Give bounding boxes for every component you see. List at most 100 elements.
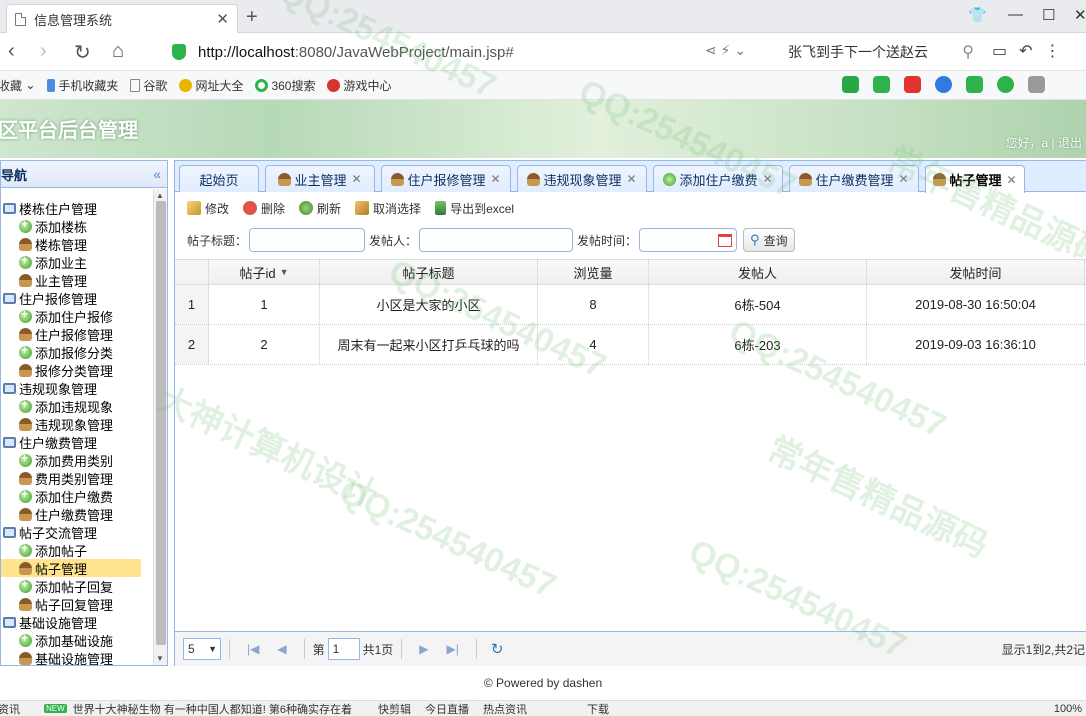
status-item-download[interactable]: 下载 — [587, 701, 609, 716]
forward-icon[interactable]: › — [40, 40, 47, 63]
nav-group[interactable]: 住户缴费管理 — [1, 433, 153, 451]
export-button[interactable]: 导出到excel — [435, 200, 514, 217]
fav-google[interactable]: 谷歌 — [130, 77, 167, 94]
close-tab-icon[interactable]: ✕ — [1006, 173, 1016, 187]
fav-games[interactable]: 游戏中心 — [327, 77, 392, 94]
reload-icon[interactable]: ↻ — [74, 40, 91, 65]
content-tab[interactable]: 帖子管理 ✕ — [925, 165, 1025, 193]
sidebar-scrollbar[interactable]: ▲ ▼ — [153, 189, 167, 665]
extension-money-icon[interactable] — [997, 76, 1014, 93]
status-item-clip[interactable]: 快剪辑 — [378, 701, 411, 716]
nav-item[interactable]: 添加住户报修 — [1, 307, 153, 325]
content-tab[interactable]: 起始页 — [179, 165, 259, 192]
delete-button[interactable]: 删除 — [243, 200, 285, 217]
scroll-thumb[interactable] — [156, 201, 166, 645]
calendar-icon[interactable] — [718, 234, 733, 247]
home-icon[interactable]: ⌂ — [112, 40, 124, 63]
nav-item[interactable]: 添加费用类别 — [1, 451, 153, 469]
author-input[interactable] — [419, 228, 574, 252]
zoom-level[interactable]: 100% — [1054, 703, 1082, 715]
content-tab[interactable]: 添加住户缴费 ✕ — [653, 165, 783, 192]
url-field[interactable]: http://localhost:8080/JavaWebProject/mai… — [164, 38, 776, 66]
scroll-up-icon[interactable]: ▲ — [156, 191, 164, 200]
fav-hao[interactable]: 网址大全 — [179, 77, 243, 94]
nav-item[interactable]: 业主管理 — [1, 271, 153, 289]
share-icon[interactable]: ⋖ ⚡ ⌄ — [705, 42, 746, 59]
page-number-input[interactable]: 1 — [327, 638, 360, 660]
extension-translate-icon[interactable] — [873, 76, 890, 93]
back-icon[interactable]: ‹ — [8, 40, 15, 63]
browser-tools-icon[interactable]: ▭↶⋮ — [992, 41, 1073, 61]
nav-item[interactable]: 添加帖子 — [1, 541, 153, 559]
last-page-icon[interactable]: ▶| — [447, 642, 459, 656]
reload-page-icon[interactable]: ↻ — [491, 640, 504, 658]
close-tab-icon[interactable]: ✕ — [898, 172, 908, 186]
fav-360[interactable]: 360搜索 — [255, 77, 315, 94]
time-input[interactable] — [639, 228, 738, 252]
nav-item[interactable]: 添加报修分类 — [1, 343, 153, 361]
nav-item[interactable]: 楼栋管理 — [1, 235, 153, 253]
close-tab-icon[interactable]: ✕ — [351, 172, 361, 186]
shirt-icon[interactable]: 👕 — [968, 6, 987, 24]
status-item-live[interactable]: 今日直播 — [425, 701, 469, 716]
nav-item[interactable]: 报修分类管理 — [1, 361, 153, 379]
extension-search-icon[interactable] — [935, 76, 952, 93]
nav-item[interactable]: 违规现象管理 — [1, 415, 153, 433]
first-page-icon[interactable]: |◀ — [247, 642, 259, 656]
fav-mobile[interactable]: 手机收藏夹 — [47, 77, 118, 94]
browser-tab[interactable]: 信息管理系统 ✕ — [6, 4, 238, 33]
column-header[interactable]: 帖子标题 — [320, 260, 538, 284]
nav-item[interactable]: 添加楼栋 — [1, 217, 153, 235]
news-ticker[interactable]: 世界十大神秘生物 有一种中国人都知道! 第6种确实存在着 — [73, 701, 352, 716]
query-button[interactable]: ⚲ 查询 — [743, 228, 795, 252]
nav-item[interactable]: 住户报修管理 — [1, 325, 153, 343]
edit-button[interactable]: 修改 — [187, 200, 229, 217]
column-header[interactable]: 浏览量 — [538, 260, 649, 284]
close-tab-icon[interactable]: ✕ — [490, 172, 500, 186]
nav-group[interactable]: 楼栋住户管理 — [1, 199, 153, 217]
table-row[interactable]: 2 2 周末有一起来小区打乒乓球的吗 4 6栋-203 2019-09-03 16:36:… — [175, 325, 1086, 365]
close-tab-icon[interactable]: ✕ — [762, 172, 772, 186]
nav-item[interactable]: 费用类别管理 — [1, 469, 153, 487]
content-tab[interactable]: 违规现象管理 ✕ — [517, 165, 647, 192]
next-page-icon[interactable]: ▶ — [419, 642, 428, 656]
nav-item[interactable]: 添加基础设施 — [1, 631, 153, 649]
browser-search-box[interactable]: 张飞到手下一个送赵云 ⚲ — [778, 39, 980, 65]
nav-item[interactable]: 添加帖子回复 — [1, 577, 153, 595]
scroll-down-icon[interactable]: ▼ — [156, 654, 164, 663]
status-item-hot[interactable]: 热点资讯 — [483, 701, 527, 716]
content-tab[interactable]: 住户缴费管理 ✕ — [789, 165, 919, 192]
nav-item[interactable]: 添加住户缴费 — [1, 487, 153, 505]
nav-group[interactable]: 基础设施管理 — [1, 613, 153, 631]
content-tab[interactable]: 住户报修管理 ✕ — [381, 165, 511, 192]
extension-scissors-icon[interactable] — [904, 76, 921, 93]
nav-group[interactable]: 住户报修管理 — [1, 289, 153, 307]
nav-item[interactable]: 添加业主 — [1, 253, 153, 271]
refresh-button[interactable]: 刷新 — [299, 200, 341, 217]
extension-chat-icon[interactable] — [842, 76, 859, 93]
close-tab-icon[interactable]: ✕ — [626, 172, 636, 186]
column-header[interactable]: 发帖人 — [649, 260, 867, 284]
nav-item[interactable]: 帖子管理 — [1, 559, 141, 577]
maximize-icon[interactable]: ☐ — [1042, 6, 1055, 24]
close-window-icon[interactable]: ✕ — [1074, 6, 1086, 24]
title-input[interactable] — [249, 228, 366, 252]
page-size-select[interactable]: 5 ▼ — [183, 638, 221, 660]
extension-grid-icon[interactable] — [1028, 76, 1045, 93]
nav-item[interactable]: 基础设施管理 — [1, 649, 153, 665]
column-header[interactable]: 帖子id ▼ — [209, 260, 320, 284]
user-greeting[interactable]: 您好，a | 退出 — [1006, 134, 1082, 151]
nav-group[interactable]: 违规现象管理 — [1, 379, 153, 397]
nav-item[interactable]: 添加违规现象 — [1, 397, 153, 415]
nav-item[interactable]: 帖子回复管理 — [1, 595, 153, 613]
extension-game-icon[interactable] — [966, 76, 983, 93]
search-icon[interactable]: ⚲ — [962, 42, 974, 62]
nav-item[interactable]: 住户缴费管理 — [1, 505, 153, 523]
minimize-icon[interactable]: — — [1008, 6, 1023, 23]
close-tab-icon[interactable]: ✕ — [216, 10, 229, 28]
deselect-button[interactable]: 取消选择 — [355, 200, 421, 217]
column-header[interactable]: 发帖时间 — [867, 260, 1085, 284]
collapse-icon[interactable]: « — [153, 166, 161, 182]
new-tab-icon[interactable]: + — [246, 6, 258, 29]
prev-page-icon[interactable]: ◀ — [277, 642, 286, 656]
